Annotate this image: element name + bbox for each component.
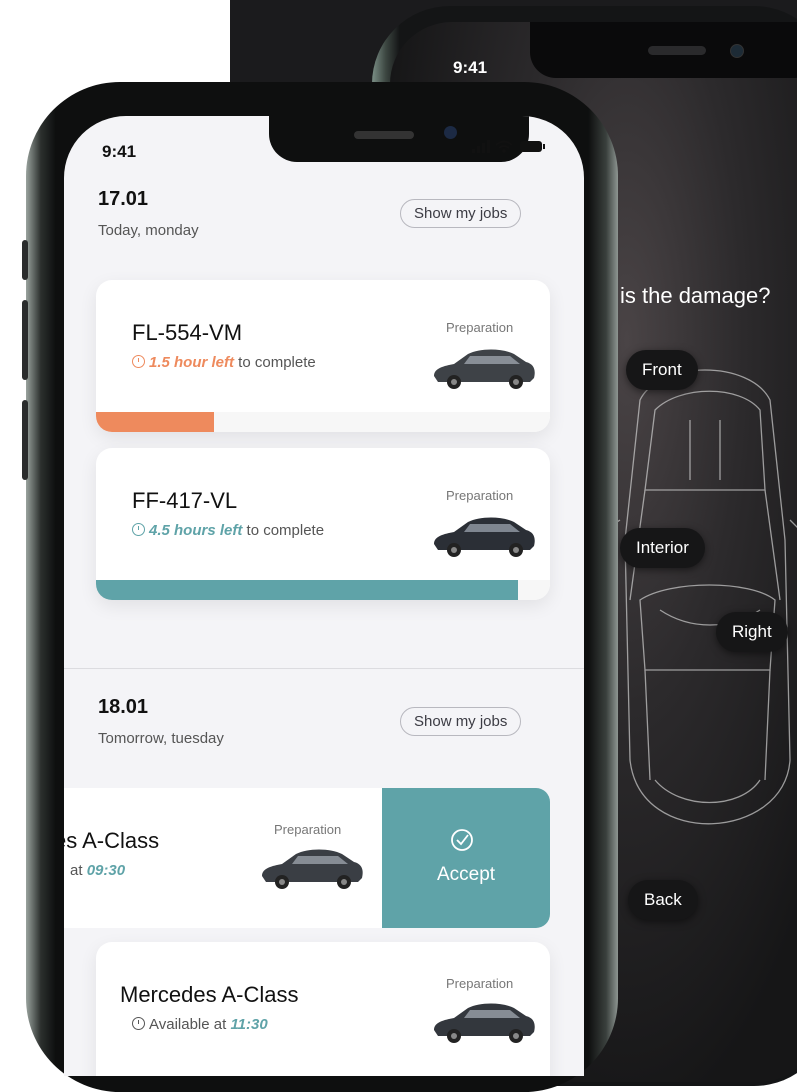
availability-prefix: at [70, 862, 87, 879]
volume-up-button [22, 300, 28, 380]
time-left-text: 1.5 hour left [149, 354, 235, 371]
back-speaker [648, 46, 706, 55]
wifi-dot-icon [502, 149, 506, 153]
signal-icon [472, 140, 490, 153]
section-date: 17.01 [98, 188, 149, 210]
section-divider [64, 668, 584, 669]
job-status: Preparation [446, 976, 514, 991]
section-day: Tomorrow, tuesday [98, 730, 224, 747]
section-date: 18.01 [98, 696, 149, 718]
status-time: 9:41 [102, 142, 137, 161]
right-option-button[interactable]: Right [716, 612, 788, 652]
clock-icon [132, 355, 145, 368]
status-icons [472, 140, 545, 153]
job-car-name: Mercedes A-Class [120, 982, 299, 1007]
back-option-button[interactable]: Back [628, 880, 698, 920]
job-status: Preparation [274, 822, 342, 837]
time-left-suffix: to complete [242, 522, 325, 539]
back-status-time: 9:41 [453, 58, 488, 77]
accept-label: Accept [436, 864, 496, 885]
clock-icon [132, 523, 145, 536]
job-status: Preparation [446, 488, 514, 503]
progress-bar [96, 412, 550, 432]
damage-question: is the damage? [620, 283, 771, 308]
job-plate: FF-417-VL [132, 488, 238, 513]
front-option-button[interactable]: Front [626, 350, 698, 390]
job-car-name: es A-Class [64, 828, 160, 853]
progress-fill [96, 580, 519, 600]
front-phone-screen: 9:41 17.01 Today, monday Show my jobs FL… [64, 116, 584, 1076]
mute-switch [22, 240, 28, 280]
car-image [434, 1003, 535, 1043]
section-day: Today, monday [98, 222, 199, 239]
job-plate: FL-554-VM [132, 320, 243, 345]
front-camera [444, 126, 457, 139]
job-status: Preparation [446, 320, 514, 335]
front-speaker [354, 131, 414, 139]
job-card-swiped[interactable]: es A-Class at 09:30 Preparation [64, 788, 398, 928]
accept-button[interactable]: Accept [382, 788, 550, 928]
job-availability: at 09:30 [70, 862, 125, 879]
progress-fill [96, 412, 215, 432]
availability-time: 11:30 [230, 1016, 268, 1033]
car-image [262, 849, 363, 889]
show-my-jobs-button[interactable]: Show my jobs [400, 707, 522, 736]
time-left-suffix: to complete [234, 354, 316, 371]
progress-bar [96, 580, 550, 600]
job-card[interactable]: FF-417-VL 4.5 hours left to complete Pre… [96, 448, 550, 600]
car-image [434, 517, 535, 557]
car-image [434, 349, 535, 389]
clock-icon [132, 1017, 145, 1030]
check-circle-icon [451, 829, 473, 851]
wifi-icon [495, 140, 513, 149]
availability-prefix: Available at [149, 1016, 231, 1033]
job-time-left: 4.5 hours left to complete [132, 522, 324, 539]
interior-option-button[interactable]: Interior [620, 528, 705, 568]
back-camera [730, 44, 744, 58]
job-card[interactable]: FL-554-VM 1.5 hour left to complete Prep… [96, 280, 550, 432]
job-time-left: 1.5 hour left to complete [132, 354, 316, 371]
volume-down-button [22, 400, 28, 480]
battery-icon [520, 141, 545, 152]
job-card[interactable]: Mercedes A-Class Available at 11:30 Prep… [96, 942, 550, 1076]
availability-time: 09:30 [86, 862, 126, 879]
show-my-jobs-button[interactable]: Show my jobs [400, 199, 522, 228]
time-left-text: 4.5 hours left [149, 522, 243, 539]
job-availability: Available at 11:30 [132, 1016, 268, 1033]
